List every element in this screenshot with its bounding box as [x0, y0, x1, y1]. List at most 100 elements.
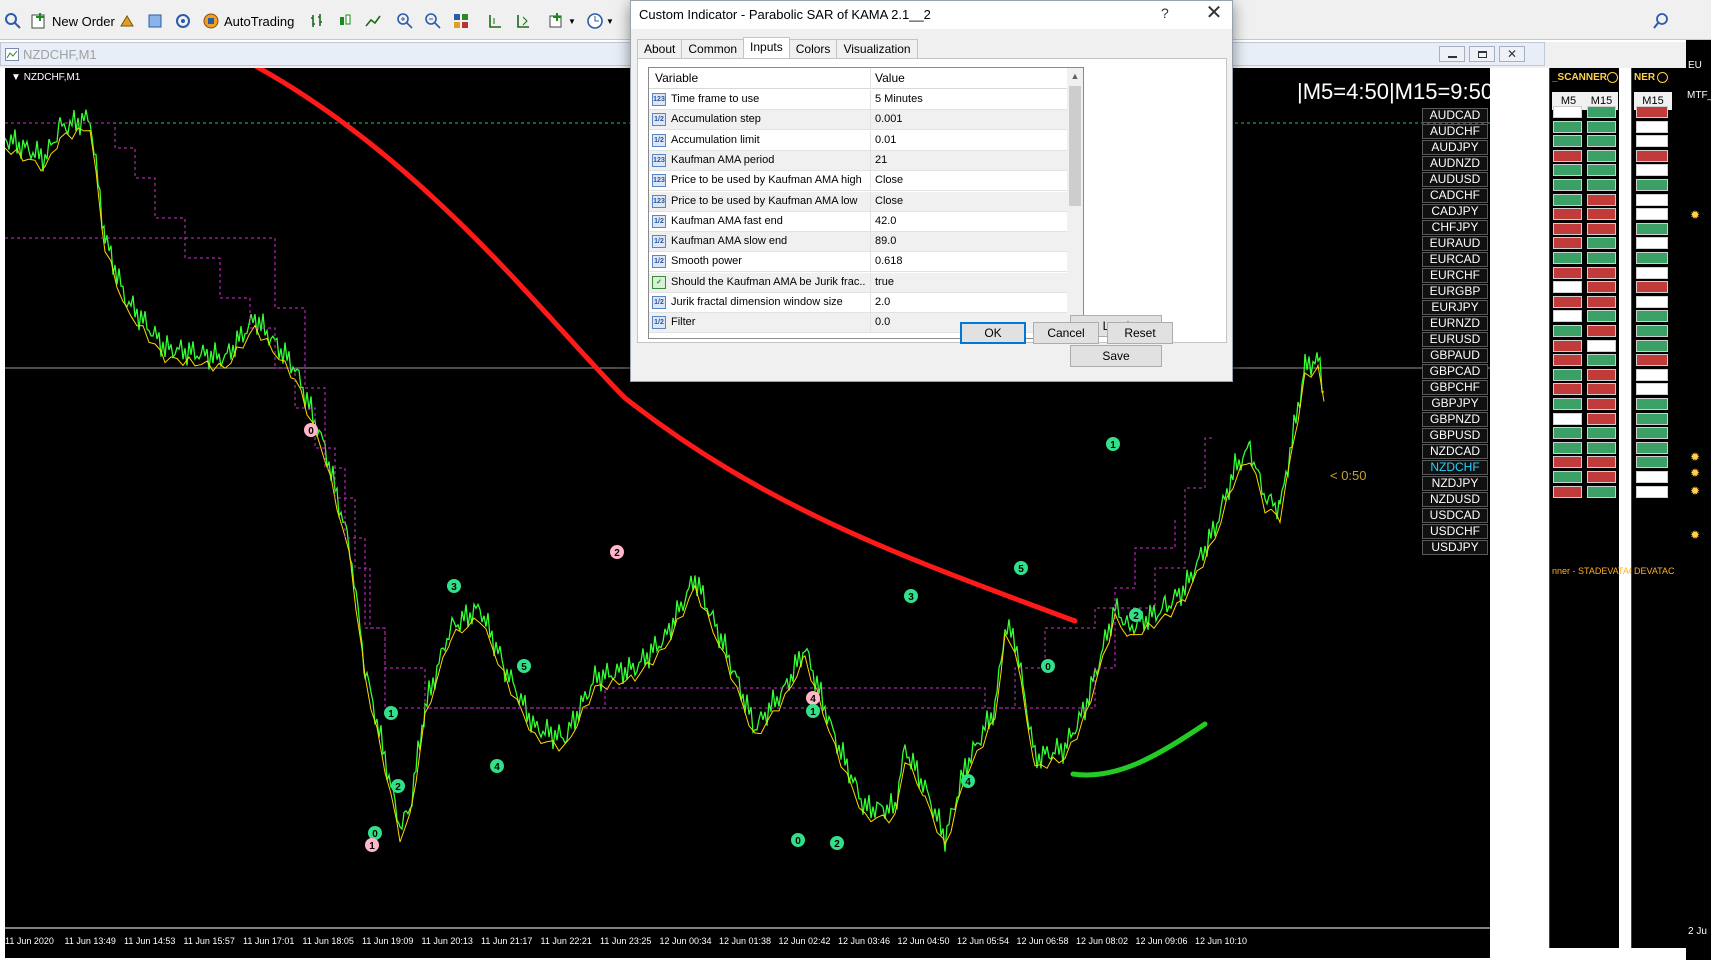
symbol-button[interactable]: EURJPY: [1422, 300, 1488, 315]
input-value[interactable]: Close: [875, 195, 903, 207]
autoscroll-icon[interactable]: [514, 10, 532, 32]
symbol-button[interactable]: EURNZD: [1422, 316, 1488, 331]
reset-button[interactable]: Reset: [1107, 322, 1173, 344]
save-button[interactable]: Save: [1070, 345, 1162, 367]
scanner-m5-cell: [1553, 252, 1582, 264]
bar-chart-icon[interactable]: [308, 10, 326, 32]
symbol-button[interactable]: EURUSD: [1422, 332, 1488, 347]
symbol-button[interactable]: GBPJPY: [1422, 396, 1488, 411]
symbol-button[interactable]: GBPUSD: [1422, 428, 1488, 443]
symbol-button[interactable]: EURGBP: [1422, 284, 1488, 299]
search-icon[interactable]: [1652, 10, 1670, 32]
symbol-button[interactable]: USDCHF: [1422, 524, 1488, 539]
tab-inputs[interactable]: Inputs: [743, 37, 790, 59]
scroll-up-icon[interactable]: ▲: [1067, 68, 1083, 84]
indicators-dropdown-icon[interactable]: ▼: [548, 10, 576, 32]
input-value[interactable]: 21: [875, 154, 887, 166]
symbol-button[interactable]: AUDUSD: [1422, 172, 1488, 187]
dialog-title: Custom Indicator - Parabolic SAR of KAMA…: [639, 7, 931, 22]
grid-scrollbar[interactable]: ▲ ▼: [1067, 68, 1083, 338]
autotrading-button[interactable]: AutoTrading: [202, 10, 294, 32]
double-type-icon: 1/2: [652, 255, 666, 269]
symbol-button[interactable]: AUDCHF: [1422, 124, 1488, 139]
input-row[interactable]: 1/2 Accumulation step 0.001: [649, 110, 1067, 131]
scanner2-cell: [1636, 164, 1668, 177]
input-value[interactable]: 42.0: [875, 215, 896, 227]
input-row[interactable]: 1/2 Kaufman AMA fast end 42.0: [649, 211, 1067, 232]
input-row[interactable]: ✓ Should the Kaufman AMA be Jurik frac...…: [649, 272, 1067, 293]
symbol-button[interactable]: EURCHF: [1422, 268, 1488, 283]
wave-label-text: 2: [834, 839, 840, 850]
tab-common[interactable]: Common: [681, 39, 745, 59]
restore-button[interactable]: [1469, 46, 1495, 62]
symbol-button[interactable]: AUDJPY: [1422, 140, 1488, 155]
wave-label-text: 2: [614, 548, 620, 559]
scroll-thumb[interactable]: [1069, 86, 1081, 206]
zoom-in-icon[interactable]: [396, 10, 414, 32]
symbol-button[interactable]: GBPCHF: [1422, 380, 1488, 395]
time-tick: 11 Jun 17:01: [243, 936, 295, 946]
input-row[interactable]: 123 Kaufman AMA period 21: [649, 150, 1067, 171]
symbol-button[interactable]: NZDCHF: [1422, 460, 1488, 475]
symbol-button[interactable]: EURCAD: [1422, 252, 1488, 267]
symbol-button[interactable]: USDJPY: [1422, 540, 1488, 555]
market-watch-icon[interactable]: [146, 10, 164, 32]
tab-visualization[interactable]: Visualization: [836, 39, 918, 59]
signals-icon[interactable]: [174, 10, 192, 32]
scanner2-close-icon[interactable]: [1657, 72, 1668, 83]
zoom-out-icon[interactable]: [424, 10, 442, 32]
ok-button[interactable]: OK: [960, 322, 1026, 344]
input-value[interactable]: 89.0: [875, 235, 896, 247]
line-chart-icon[interactable]: [364, 10, 382, 32]
dialog-close-button[interactable]: ✕: [1197, 1, 1231, 27]
input-value[interactable]: 0.618: [875, 255, 903, 267]
close-button[interactable]: ✕: [1499, 46, 1525, 62]
scanner2-cell: [1636, 325, 1668, 337]
symbol-button[interactable]: EURAUD: [1422, 236, 1488, 251]
symbol-button[interactable]: GBPAUD: [1422, 348, 1488, 363]
input-value[interactable]: 5 Minutes: [875, 93, 923, 105]
symbol-button[interactable]: AUDCAD: [1422, 108, 1488, 123]
scanner-m15-cell: [1587, 295, 1616, 308]
scanner-m15-cell: [1587, 383, 1616, 396]
input-value[interactable]: Close: [875, 174, 903, 186]
candlestick-icon[interactable]: [336, 10, 354, 32]
input-row[interactable]: 1/2 Kaufman AMA slow end 89.0: [649, 232, 1067, 253]
input-row[interactable]: 123 Price to be used by Kaufman AMA low Cl…: [649, 191, 1067, 212]
chart-shift-icon[interactable]: [486, 10, 504, 32]
history-icon[interactable]: [118, 10, 136, 32]
minimize-button[interactable]: [1439, 46, 1465, 62]
input-value[interactable]: true: [875, 276, 894, 288]
periods-dropdown-icon[interactable]: ▼: [586, 10, 614, 32]
symbol-button[interactable]: NZDCAD: [1422, 444, 1488, 459]
symbol-button[interactable]: CADJPY: [1422, 204, 1488, 219]
input-value[interactable]: 0.001: [875, 113, 903, 125]
tile-windows-icon[interactable]: [452, 10, 470, 32]
symbol-button[interactable]: GBPNZD: [1422, 412, 1488, 427]
input-row[interactable]: 1/2 Smooth power 0.618: [649, 252, 1067, 273]
symbol-button[interactable]: CADCHF: [1422, 188, 1488, 203]
input-value[interactable]: 2.0: [875, 296, 890, 308]
new-order-button[interactable]: New Order: [30, 10, 115, 32]
scanner2-footer: DEVATAC: [1634, 566, 1675, 576]
symbol-button[interactable]: AUDNZD: [1422, 156, 1488, 171]
scanner2-cell: [1636, 456, 1668, 469]
zoom-icon[interactable]: [4, 10, 22, 32]
symbol-button[interactable]: NZDUSD: [1422, 492, 1488, 507]
input-row[interactable]: 123 Time frame to use 5 Minutes: [649, 90, 1067, 110]
tab-colors[interactable]: Colors: [788, 39, 838, 59]
symbol-button[interactable]: NZDJPY: [1422, 476, 1488, 491]
symbol-button[interactable]: USDCAD: [1422, 508, 1488, 523]
input-value[interactable]: 0.0: [875, 316, 890, 328]
scanner-close-icon[interactable]: [1607, 72, 1618, 83]
input-row[interactable]: 123 Price to be used by Kaufman AMA high C…: [649, 171, 1067, 192]
symbol-button[interactable]: GBPCAD: [1422, 364, 1488, 379]
help-button[interactable]: ?: [1161, 5, 1169, 21]
input-row[interactable]: 1/2 Jurik fractal dimension window size 2.…: [649, 293, 1067, 313]
input-value[interactable]: 0.01: [875, 134, 896, 146]
time-tick: 12 Jun 08:02: [1076, 936, 1129, 946]
cancel-button[interactable]: Cancel: [1033, 322, 1099, 344]
tab-about[interactable]: About: [637, 39, 683, 59]
input-row[interactable]: 1/2 Accumulation limit 0.01: [649, 130, 1067, 151]
symbol-button[interactable]: CHFJPY: [1422, 220, 1488, 235]
